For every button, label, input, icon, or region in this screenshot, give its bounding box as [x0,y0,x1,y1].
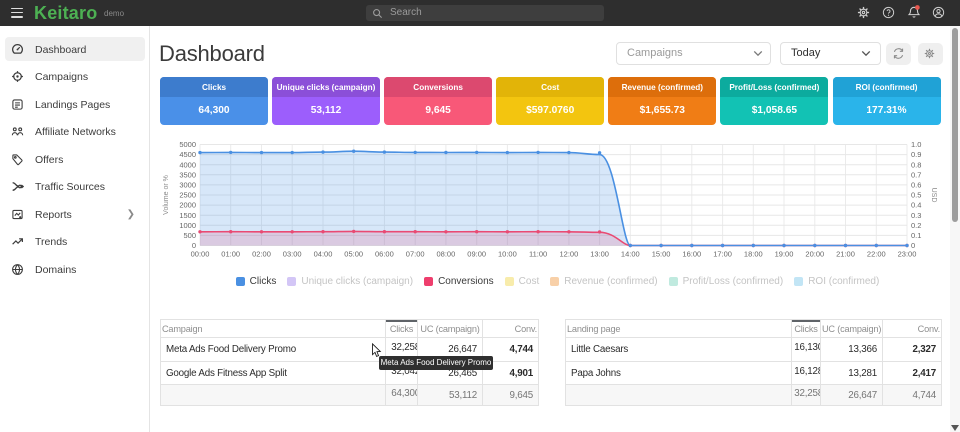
svg-text:0.4: 0.4 [911,201,921,210]
svg-text:07:00: 07:00 [406,250,425,259]
svg-text:16:00: 16:00 [682,250,701,259]
svg-text:20:00: 20:00 [805,250,824,259]
svg-text:2500: 2500 [179,191,196,200]
svg-text:22:00: 22:00 [867,250,886,259]
svg-text:USD: USD [930,188,937,203]
svg-text:04:00: 04:00 [314,250,333,259]
svg-text:1500: 1500 [179,211,196,220]
svg-text:10:00: 10:00 [498,250,517,259]
svg-text:1.0: 1.0 [911,140,921,149]
svg-text:21:00: 21:00 [836,250,855,259]
svg-text:4500: 4500 [179,150,196,159]
svg-text:0.3: 0.3 [911,211,921,220]
svg-text:1000: 1000 [179,221,196,230]
svg-text:18:00: 18:00 [744,250,763,259]
svg-text:0.6: 0.6 [911,181,921,190]
svg-text:0.8: 0.8 [911,160,921,169]
svg-text:13:00: 13:00 [590,250,609,259]
svg-text:11:00: 11:00 [529,250,547,259]
svg-text:5000: 5000 [179,140,196,149]
svg-text:09:00: 09:00 [467,250,486,259]
svg-text:23:00: 23:00 [898,250,917,259]
svg-text:4000: 4000 [179,160,196,169]
svg-text:05:00: 05:00 [344,250,363,259]
svg-text:06:00: 06:00 [375,250,394,259]
svg-text:00:00: 00:00 [191,250,210,259]
svg-text:0.7: 0.7 [911,170,921,179]
svg-text:0.5: 0.5 [911,191,921,200]
svg-text:08:00: 08:00 [437,250,456,259]
svg-text:12:00: 12:00 [560,250,579,259]
svg-text:500: 500 [183,231,196,240]
svg-text:02:00: 02:00 [252,250,271,259]
svg-text:17:00: 17:00 [713,250,732,259]
svg-text:14:00: 14:00 [621,250,640,259]
svg-text:01:00: 01:00 [221,250,240,259]
svg-text:19:00: 19:00 [775,250,794,259]
svg-text:0.2: 0.2 [911,221,921,230]
svg-text:Volume or %: Volume or % [163,175,170,215]
svg-text:03:00: 03:00 [283,250,302,259]
svg-text:3000: 3000 [179,181,196,190]
svg-text:0.9: 0.9 [911,150,921,159]
svg-text:3500: 3500 [179,170,196,179]
svg-text:15:00: 15:00 [652,250,671,259]
svg-text:2000: 2000 [179,201,196,210]
svg-text:0.1: 0.1 [911,231,921,240]
